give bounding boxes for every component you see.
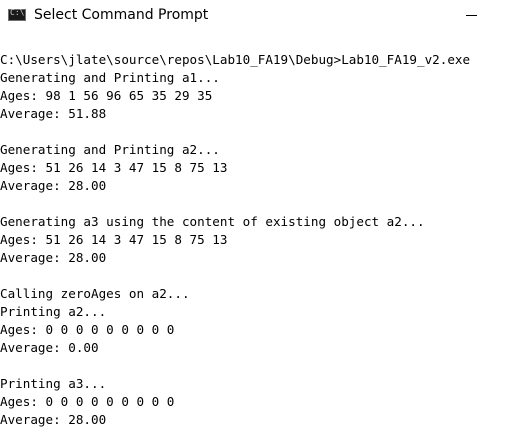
console-line: C:\Users\jlate\source\repos\Lab10_FA19\D… (0, 52, 471, 67)
console-line: Average: 28.00 (0, 250, 107, 265)
console-output[interactable]: C:\Users\jlate\source\repos\Lab10_FA19\D… (0, 51, 528, 437)
console-line: Printing a2... (0, 304, 107, 319)
minimize-button[interactable] (456, 0, 490, 32)
title-bar[interactable]: Select Command Prompt (0, 0, 528, 32)
cmd-icon (8, 8, 26, 21)
console-line: Generating and Printing a2... (0, 142, 220, 157)
window-title: Select Command Prompt (34, 7, 209, 23)
console-line: Ages: 51 26 14 3 47 15 8 75 13 (0, 232, 228, 247)
console-line: Generating a3 using the content of exist… (0, 214, 425, 229)
console-line: Average: 0.00 (0, 340, 99, 355)
console-line: Calling zeroAges on a2... (0, 286, 190, 301)
console-line: Ages: 98 1 56 96 65 35 29 35 (0, 88, 213, 103)
console-line: Ages: 0 0 0 0 0 0 0 0 0 (0, 394, 175, 409)
console-line: Printing a3... (0, 376, 107, 391)
console-line: Ages: 51 26 14 3 47 15 8 75 13 (0, 160, 228, 175)
console-line: Ages: 0 0 0 0 0 0 0 0 0 (0, 322, 175, 337)
console-line: Generating and Printing a1... (0, 70, 220, 85)
console-line: Average: 28.00 (0, 178, 107, 193)
console-line: Average: 28.00 (0, 412, 107, 427)
console-line: Average: 51.88 (0, 106, 107, 121)
